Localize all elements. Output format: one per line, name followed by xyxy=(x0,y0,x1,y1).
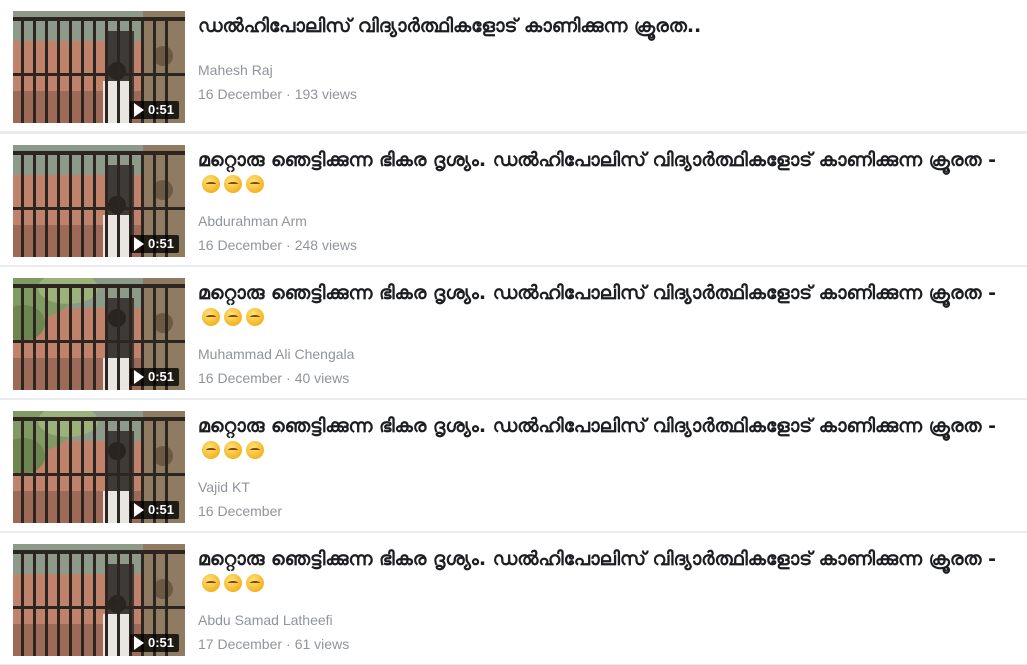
video-title-text: മറ്റൊരു ഞെട്ടിക്കുന്ന ഭികര ദൃശ്യം. ഡൽഹിപ… xyxy=(198,282,997,304)
video-title-link[interactable]: മറ്റൊരു ഞെട്ടിക്കുന്ന ഭികര ദൃശ്യം. ഡൽഹിപ… xyxy=(198,414,998,462)
video-results-list: 0:51 ഡൽഹിപോലിസ് വിദ്യാർത്ഥികളോട് കാണിക്കു… xyxy=(0,0,1027,665)
video-title-text: മറ്റൊരു ഞെട്ടിക്കുന്ന ഭികര ദൃശ്യം. ഡൽഹിപ… xyxy=(198,149,997,171)
sleepy-face-emoji-icon xyxy=(246,441,264,459)
sleepy-face-emoji-icon xyxy=(246,574,264,592)
video-title-link[interactable]: മറ്റൊരു ഞെട്ടിക്കുന്ന ഭികര ദൃശ്യം. ഡൽഹിപ… xyxy=(198,281,998,329)
video-result-row[interactable]: 0:51 മറ്റൊരു ഞെട്ടിക്കുന്ന ഭികര ദൃശ്യം. ഡ… xyxy=(0,134,1027,265)
video-title-text: ഡൽഹിപോലിസ് വിദ്യാർത്ഥികളോട് കാണിക്കുന്ന … xyxy=(198,15,702,37)
duration-text: 0:51 xyxy=(147,236,174,251)
duration-badge: 0:51 xyxy=(129,101,179,119)
video-thumbnail[interactable]: 0:51 xyxy=(13,544,185,656)
sleepy-face-emoji-icon xyxy=(224,441,242,459)
video-thumbnail[interactable]: 0:51 xyxy=(13,11,185,123)
video-title-text: മറ്റൊരു ഞെട്ടിക്കുന്ന ഭികര ദൃശ്യം. ഡൽഹിപ… xyxy=(198,415,997,437)
upload-date: 16 December xyxy=(198,86,283,102)
duration-badge: 0:51 xyxy=(129,368,179,386)
play-icon xyxy=(133,503,144,517)
video-result-row[interactable]: 0:51 മറ്റൊരു ഞെട്ടിക്കുന്ന ഭികര ദൃശ്യം. ഡ… xyxy=(0,400,1027,531)
sleepy-face-emoji-icon xyxy=(246,308,264,326)
sleepy-face-emoji-icon xyxy=(202,574,220,592)
duration-badge: 0:51 xyxy=(129,235,179,253)
video-thumbnail[interactable]: 0:51 xyxy=(13,278,185,390)
duration-text: 0:51 xyxy=(147,502,174,517)
sleepy-face-emoji-icon xyxy=(202,441,220,459)
video-meta: 16 December xyxy=(198,503,282,519)
video-title-link[interactable]: മറ്റൊരു ഞെട്ടിക്കുന്ന ഭികര ദൃശ്യം. ഡൽഹിപ… xyxy=(198,547,998,595)
video-title-text: മറ്റൊരു ഞെട്ടിക്കുന്ന ഭികര ദൃശ്യം. ഡൽഹിപ… xyxy=(198,548,997,570)
video-title-link[interactable]: ഡൽഹിപോലിസ് വിദ്യാർത്ഥികളോട് കാണിക്കുന്ന … xyxy=(198,14,998,38)
sleepy-face-emoji-icon xyxy=(202,308,220,326)
video-meta: 16 December · 40 views xyxy=(198,370,349,386)
upload-date: 16 December xyxy=(198,370,283,386)
duration-text: 0:51 xyxy=(147,369,174,384)
author-link[interactable]: Mahesh Raj xyxy=(198,62,273,78)
video-result-row[interactable]: 0:51 മറ്റൊരു ഞെട്ടിക്കുന്ന ഭികര ദൃശ്യം. ഡ… xyxy=(0,533,1027,664)
upload-date: 17 December xyxy=(198,636,283,652)
video-result-row[interactable]: 0:51 മറ്റൊരു ഞെട്ടിക്കുന്ന ഭികര ദൃശ്യം. ഡ… xyxy=(0,267,1027,398)
author-link[interactable]: Abdurahman Arm xyxy=(198,213,307,229)
view-count: 40 views xyxy=(294,370,350,386)
author-link[interactable]: Vajid KT xyxy=(198,479,250,495)
view-count: 61 views xyxy=(294,636,350,652)
view-count: 248 views xyxy=(294,237,357,253)
meta-separator: · xyxy=(286,86,291,102)
duration-text: 0:51 xyxy=(147,635,174,650)
view-count: 193 views xyxy=(294,86,357,102)
meta-separator: · xyxy=(286,636,291,652)
video-title-link[interactable]: മറ്റൊരു ഞെട്ടിക്കുന്ന ഭികര ദൃശ്യം. ഡൽഹിപ… xyxy=(198,148,998,196)
play-icon xyxy=(133,237,144,251)
video-meta: 16 December · 193 views xyxy=(198,86,357,102)
meta-separator: · xyxy=(286,370,291,386)
video-thumbnail[interactable]: 0:51 xyxy=(13,411,185,523)
sleepy-face-emoji-icon xyxy=(224,175,242,193)
video-meta: 17 December · 61 views xyxy=(198,636,349,652)
upload-date: 16 December xyxy=(198,237,283,253)
upload-date: 16 December xyxy=(198,503,283,519)
author-link[interactable]: Muhammad Ali Chengala xyxy=(198,346,354,362)
video-thumbnail[interactable]: 0:51 xyxy=(13,145,185,257)
duration-badge: 0:51 xyxy=(129,501,179,519)
duration-badge: 0:51 xyxy=(129,634,179,652)
play-icon xyxy=(133,636,144,650)
sleepy-face-emoji-icon xyxy=(224,574,242,592)
video-result-row[interactable]: 0:51 ഡൽഹിപോലിസ് വിദ്യാർത്ഥികളോട് കാണിക്കു… xyxy=(0,0,1027,131)
duration-text: 0:51 xyxy=(147,102,174,117)
sleepy-face-emoji-icon xyxy=(224,308,242,326)
sleepy-face-emoji-icon xyxy=(246,175,264,193)
play-icon xyxy=(133,103,144,117)
sleepy-face-emoji-icon xyxy=(202,175,220,193)
video-meta: 16 December · 248 views xyxy=(198,237,357,253)
author-link[interactable]: Abdu Samad Latheefi xyxy=(198,612,333,628)
play-icon xyxy=(133,370,144,384)
meta-separator: · xyxy=(286,237,291,253)
